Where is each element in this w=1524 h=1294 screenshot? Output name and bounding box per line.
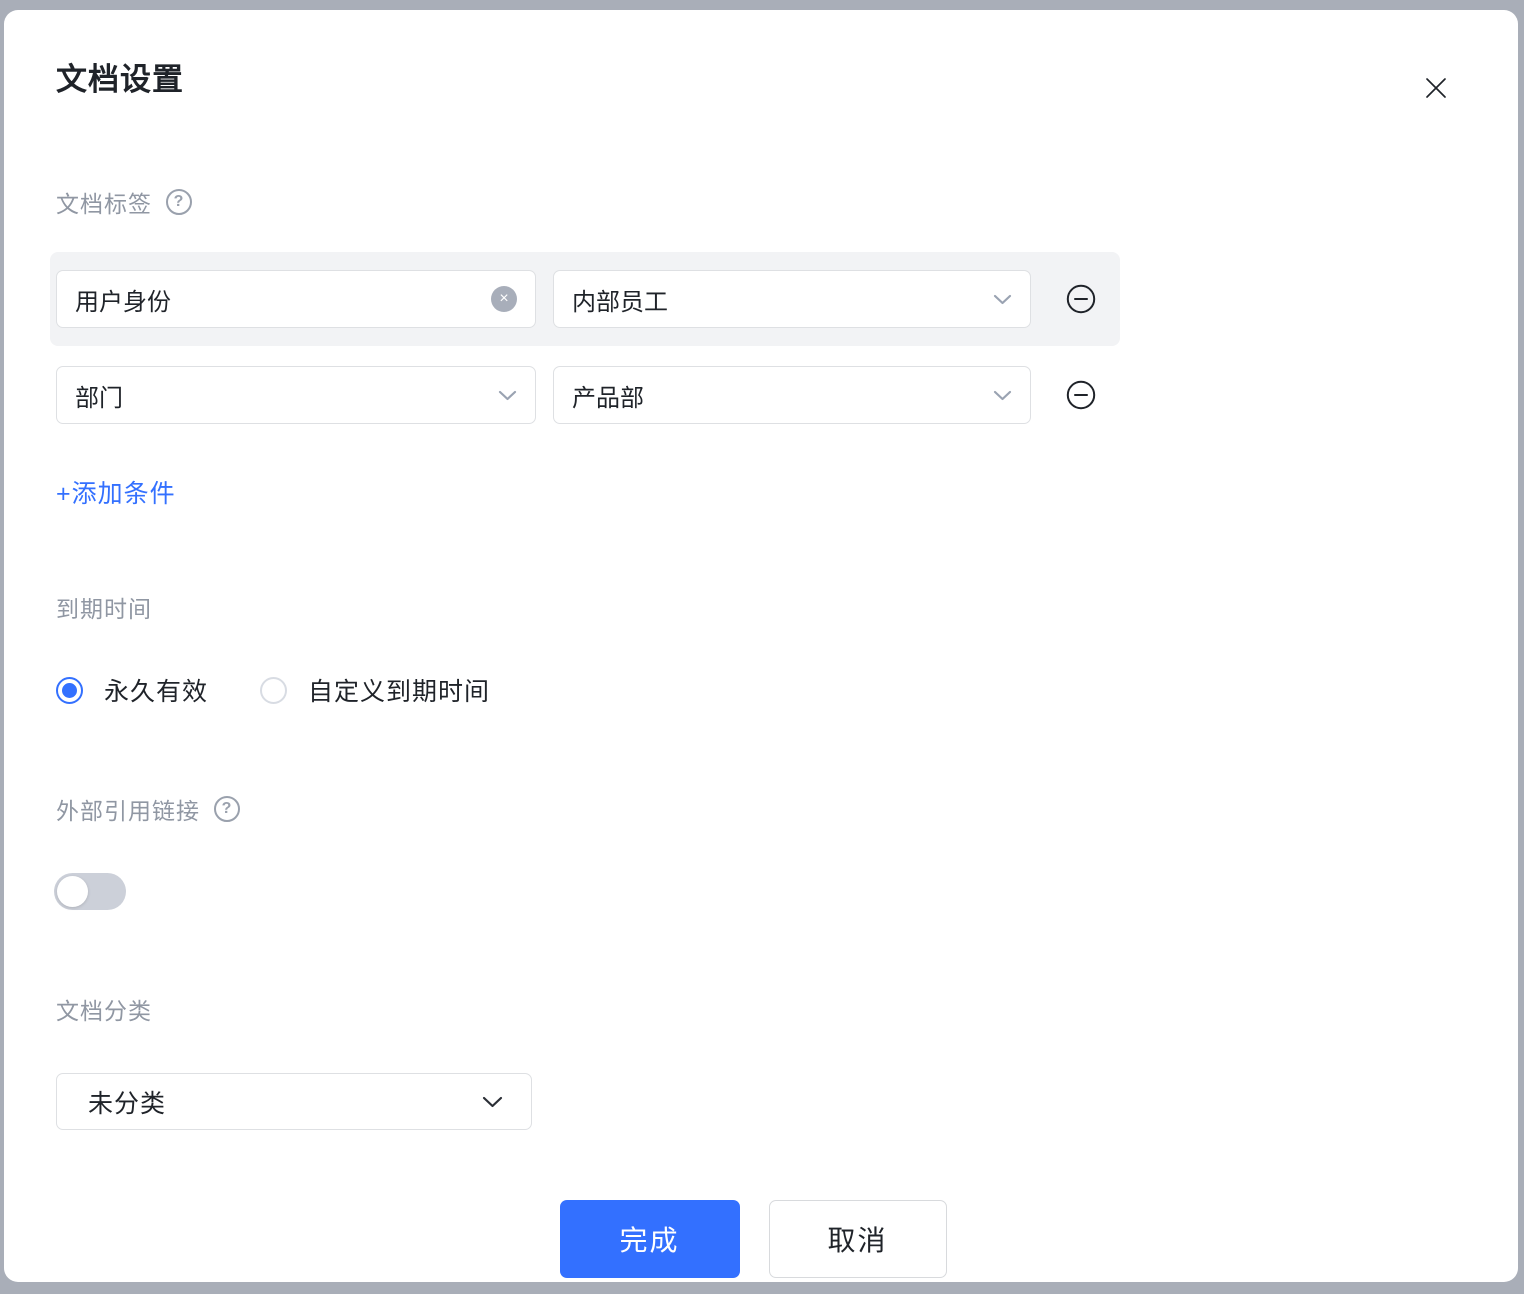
remove-condition-button-2[interactable] [1066,380,1096,410]
radio-custom-expiry[interactable]: 自定义到期时间 [260,672,490,708]
tag-condition-panel: 用户身份 × 内部员工 [50,252,1120,346]
tag-condition-row-2: 部门 产品部 [56,366,1450,424]
radio-custom-expiry-label: 自定义到期时间 [308,678,491,706]
dialog-footer: 完成 取消 [56,1200,1450,1278]
confirm-button[interactable]: 完成 [559,1200,740,1278]
tag-value-select-1[interactable]: 内部员工 [553,270,1031,328]
tag-key-text: 部门 [75,384,123,412]
external-link-section-header: 外部引用链接 ? [56,792,1450,826]
minus-circle-icon [1066,284,1096,314]
minus-circle-icon [1066,380,1096,410]
category-select[interactable]: 未分类 [56,1073,532,1130]
chevron-down-icon [993,390,1012,400]
radio-permanent-label: 永久有效 [104,678,209,706]
radio-selected-icon [56,676,83,704]
add-condition-link[interactable]: +添加条件 [56,474,176,510]
document-settings-dialog: 文档设置 文档标签 ? 用户身份 × 内部员工 部门 产品部 +添加条件 到期时… [4,10,1518,1282]
tag-value-text: 产品部 [572,384,644,412]
dialog-content: 文档设置 文档标签 ? 用户身份 × 内部员工 部门 产品部 +添加条件 到期时… [4,10,1518,1282]
tag-condition-row-1: 用户身份 × 内部员工 [56,270,1096,328]
tag-key-value: 用户身份 [75,288,171,316]
chevron-down-icon [498,390,517,400]
tag-key-input[interactable]: 用户身份 × [56,270,536,328]
toggle-knob [57,876,88,907]
tags-section-header: 文档标签 ? [56,185,1450,219]
external-link-toggle[interactable] [54,873,126,910]
close-icon [1426,78,1446,98]
radio-permanent[interactable]: 永久有效 [56,672,208,708]
radio-unselected-icon [260,676,288,704]
close-button[interactable] [1414,66,1458,110]
tag-value-select-2[interactable]: 产品部 [553,366,1031,424]
dialog-title: 文档设置 [56,62,184,97]
tag-value-text: 内部员工 [572,288,668,316]
category-section-label: 文档分类 [56,998,152,1024]
tags-help-icon[interactable]: ? [166,189,192,215]
expiry-options: 永久有效 自定义到期时间 [56,672,1450,708]
external-link-label: 外部引用链接 [56,798,200,824]
chevron-down-icon [993,294,1012,304]
tag-key-select-2[interactable]: 部门 [56,366,536,424]
category-value: 未分类 [88,1089,167,1118]
chevron-down-icon [482,1096,503,1107]
cancel-button[interactable]: 取消 [768,1200,947,1278]
tags-section-label: 文档标签 [56,191,152,217]
remove-condition-button-1[interactable] [1066,284,1096,314]
clear-icon[interactable]: × [491,286,517,312]
external-link-help-icon[interactable]: ? [214,796,240,822]
expiry-section-label: 到期时间 [56,596,152,622]
